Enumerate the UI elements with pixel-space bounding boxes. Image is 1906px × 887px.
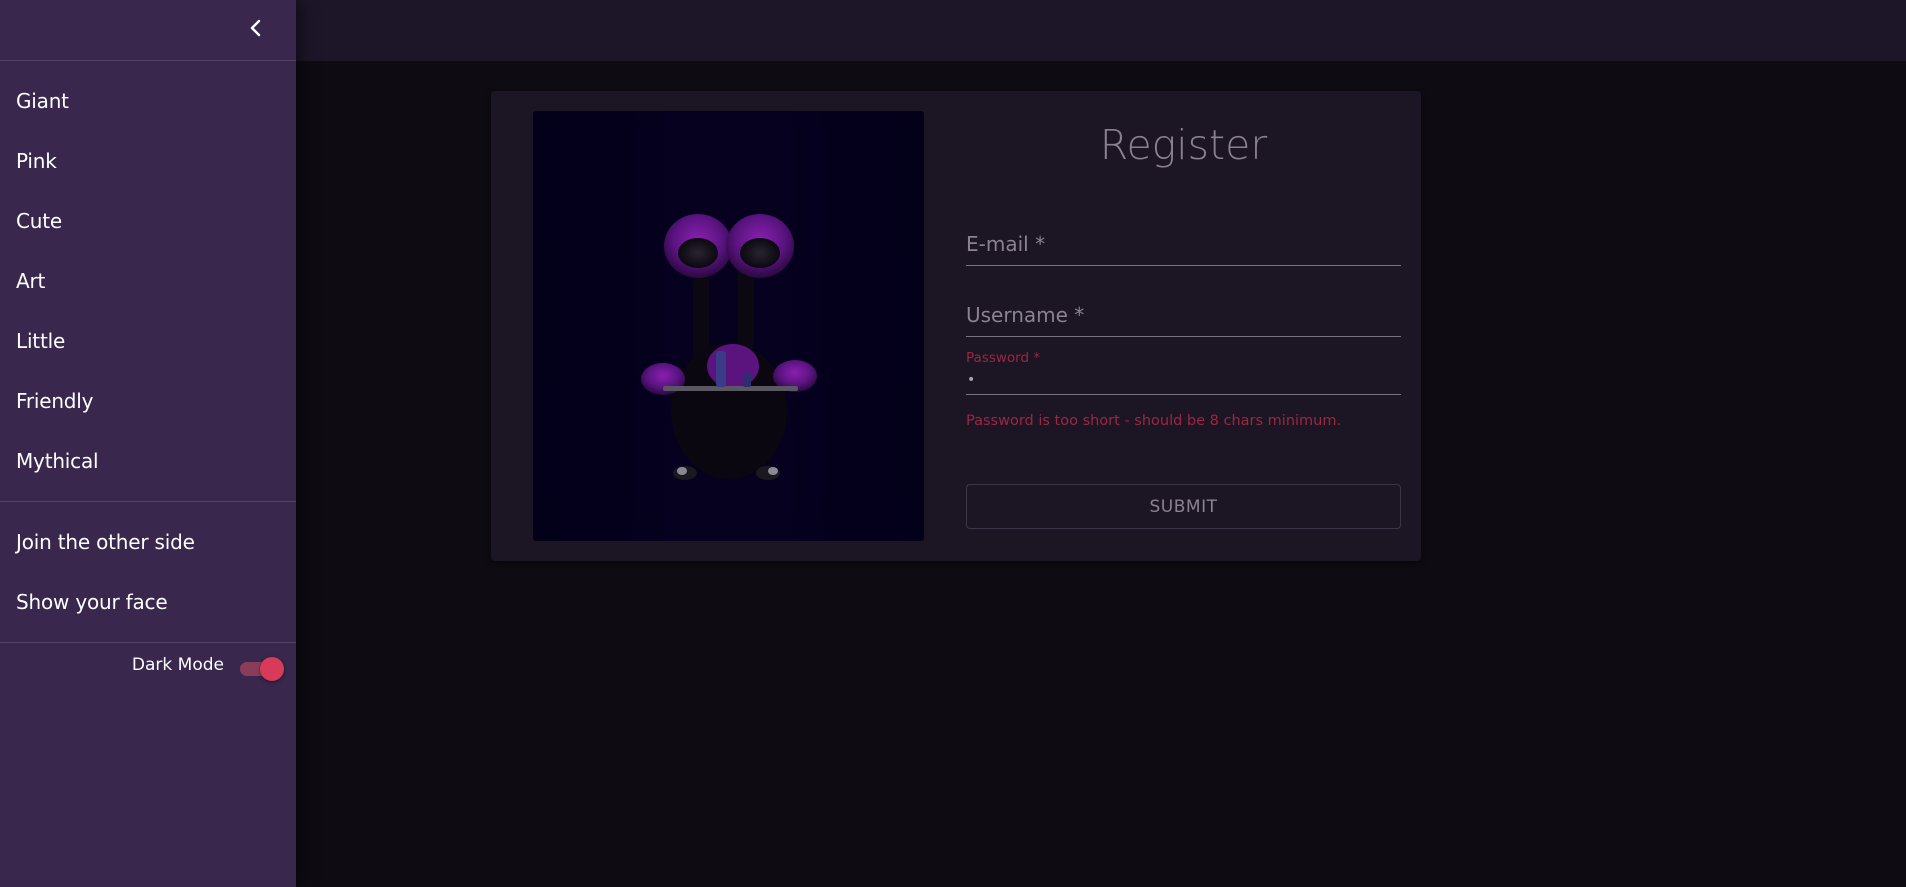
password-error-text: Password is too short - should be 8 char…	[966, 413, 1342, 429]
password-label: Password *	[966, 350, 1041, 366]
username-underline	[966, 336, 1401, 337]
nav-item-label: Join the other side	[16, 530, 195, 554]
side-drawer: Giant Pink Cute Art Little Friendly Myth…	[0, 0, 296, 887]
dark-mode-row: Dark Mode	[0, 643, 296, 693]
toggle-thumb	[260, 657, 284, 681]
register-card: Register E-mail * Username * Password * …	[491, 91, 1421, 561]
email-field[interactable]: E-mail *	[966, 232, 1401, 266]
nav-item-friendly[interactable]: Friendly	[0, 371, 296, 431]
email-underline	[966, 265, 1401, 266]
nav-item-mythical[interactable]: Mythical	[0, 431, 296, 491]
account-links: Join the other side Show your face	[0, 502, 296, 643]
nav-item-label: Art	[16, 269, 46, 293]
username-field[interactable]: Username *	[966, 303, 1401, 337]
nav-item-show-your-face[interactable]: Show your face	[0, 572, 296, 632]
nav-item-label: Giant	[16, 89, 69, 113]
nav-item-join-other-side[interactable]: Join the other side	[0, 512, 296, 572]
nav-item-label: Little	[16, 329, 66, 353]
password-value: •	[967, 372, 976, 388]
nav-item-label: Show your face	[16, 590, 168, 614]
password-underline	[966, 394, 1401, 395]
chevron-left-icon[interactable]	[246, 18, 266, 38]
nav-item-label: Pink	[16, 149, 57, 173]
username-label: Username *	[966, 303, 1085, 327]
drawer-header	[0, 0, 296, 61]
submit-button[interactable]: SUBMIT	[966, 484, 1401, 529]
nav-item-label: Cute	[16, 209, 62, 233]
page-title: Register	[1099, 121, 1268, 169]
nav-item-art[interactable]: Art	[0, 251, 296, 311]
register-form: Register E-mail * Username * Password * …	[966, 91, 1401, 561]
nav-item-cute[interactable]: Cute	[0, 191, 296, 251]
dark-mode-label: Dark Mode	[131, 655, 224, 675]
app-bar	[296, 0, 1906, 61]
nav-item-giant[interactable]: Giant	[0, 71, 296, 131]
category-list: Giant Pink Cute Art Little Friendly Myth…	[0, 61, 296, 502]
monster-image	[533, 111, 924, 541]
nav-item-label: Friendly	[16, 389, 94, 413]
password-field[interactable]: Password * •	[966, 350, 1401, 408]
nav-item-pink[interactable]: Pink	[0, 131, 296, 191]
nav-item-label: Mythical	[16, 449, 99, 473]
email-label: E-mail *	[966, 232, 1046, 256]
nav-item-little[interactable]: Little	[0, 311, 296, 371]
dark-mode-toggle[interactable]	[238, 657, 284, 681]
